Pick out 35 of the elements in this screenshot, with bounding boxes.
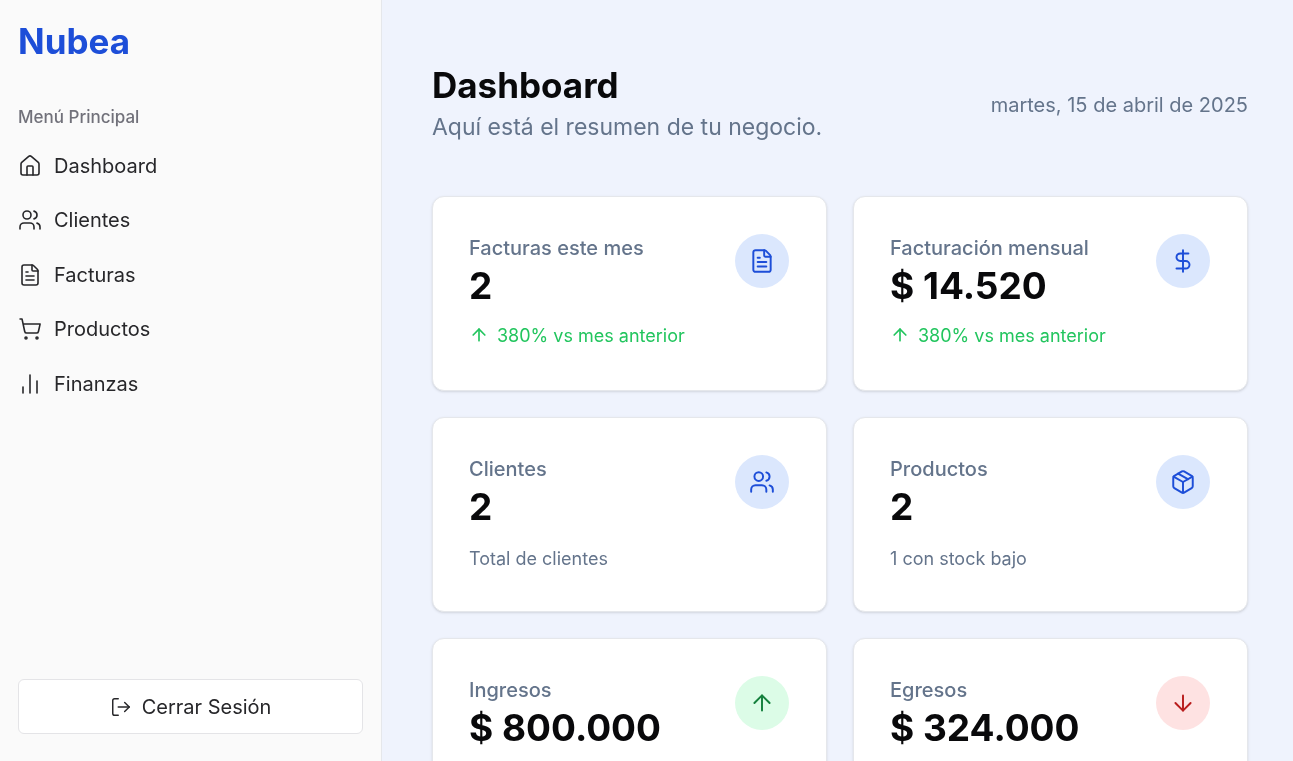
card-value: 2 — [469, 484, 494, 531]
card-value: $ 14.520 — [890, 263, 1048, 310]
document-icon — [18, 262, 42, 287]
card-title: Clientes — [469, 456, 547, 484]
card-title: Productos — [890, 456, 988, 484]
section-title: Menú Principal — [18, 106, 141, 129]
card-title: Facturas este mes — [469, 235, 644, 263]
card-value: 2 — [890, 484, 915, 531]
card-value: $ 324.000 — [890, 705, 1081, 752]
cart-icon — [18, 317, 42, 342]
logout-button[interactable]: Cerrar Sesión — [18, 679, 363, 734]
house-icon — [18, 153, 42, 178]
nav-item[interactable]: Finanzas — [18, 356, 363, 411]
trend-text: 380% vs mes anterior — [497, 323, 685, 348]
users-icon — [749, 469, 775, 496]
card-title: Ingresos — [469, 677, 552, 705]
card-title: Facturación mensual — [890, 235, 1089, 263]
current-date: martes, 15 de abril de 2025 — [990, 92, 1248, 119]
document-icon — [749, 248, 775, 275]
card-note: Total de clientes — [469, 546, 609, 571]
card-title: Egresos — [890, 677, 968, 705]
nav-item[interactable]: Dashboard — [18, 138, 363, 193]
users-icon — [18, 208, 42, 233]
logout-icon — [109, 695, 132, 718]
box-icon — [1170, 469, 1196, 496]
nav-item[interactable]: Productos — [18, 302, 363, 357]
card-note: 1 con stock bajo — [890, 546, 1028, 571]
card-value: $ 800.000 — [469, 705, 662, 752]
app-logo: Nubea — [18, 24, 132, 59]
nav-item[interactable]: Facturas — [18, 247, 363, 302]
page-subtitle: Aquí está el resumen de tu negocio. — [432, 111, 823, 143]
trend-text: 380% vs mes anterior — [918, 323, 1106, 348]
nav-item[interactable]: Clientes — [18, 193, 363, 248]
page-title: Dashboard — [432, 64, 620, 108]
card-value: 2 — [469, 263, 494, 310]
